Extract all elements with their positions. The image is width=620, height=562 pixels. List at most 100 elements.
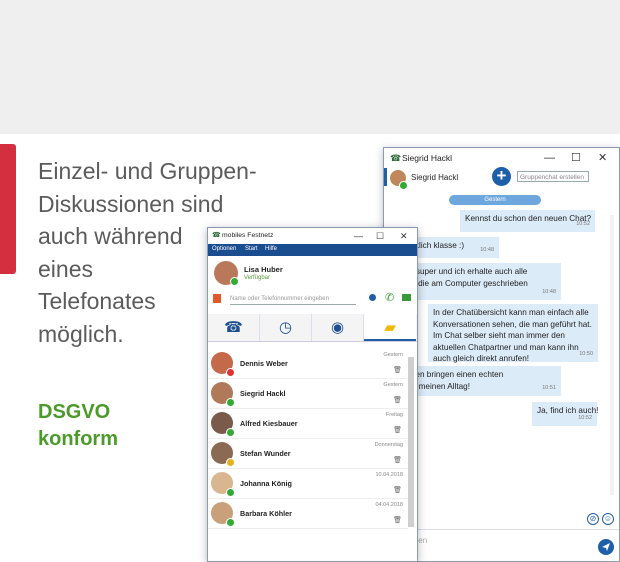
- dial-bar: Name oder Telefonnummer eingeben ✆: [208, 289, 417, 309]
- menu-item-hilfe[interactable]: Hilfe: [265, 246, 277, 252]
- video-call-icon[interactable]: [402, 294, 411, 301]
- conversation-date: 10.04.2018: [375, 472, 403, 478]
- message-time: 10:48: [542, 288, 556, 295]
- message-time: 10:50: [579, 350, 593, 357]
- tab-chat[interactable]: ▰: [364, 314, 416, 341]
- message-text: Konversationen sehen, die man geführt ha…: [433, 319, 592, 329]
- contact-name: Stefan Wunder: [240, 449, 291, 458]
- contact-name: Alfred Kiesbauer: [240, 419, 298, 428]
- message-text: In der Chatübersicht kann man einfach al…: [433, 308, 589, 317]
- chat-window: ☎ Siegrid Hackl — ☐ ✕ Siegrid Hackl + Gr…: [383, 147, 620, 562]
- emoji-icon[interactable]: ☺: [602, 513, 614, 525]
- date-separator: Gestern: [449, 195, 541, 205]
- message-text: Kennst du schon den neuen Chat?: [465, 214, 592, 223]
- maximize-icon[interactable]: ☐: [571, 151, 581, 165]
- trash-icon[interactable]: 🗑: [393, 426, 402, 434]
- trash-icon[interactable]: 🗑: [393, 396, 402, 404]
- chat-window-titlebar: ☎ Siegrid Hackl — ☐ ✕: [384, 148, 619, 168]
- message-time: 10:52: [578, 414, 592, 421]
- contact-name: Barbara Köhler: [240, 509, 292, 518]
- send-icon: [602, 543, 610, 551]
- message-time: 10:52: [576, 220, 590, 227]
- trash-icon[interactable]: 🗑: [393, 486, 402, 494]
- attachment-icon[interactable]: ⊘: [587, 513, 599, 525]
- phone-icon: ☎: [224, 319, 243, 336]
- message-bubble: Kennst du schon den neuen Chat? 10:52: [460, 210, 595, 232]
- message-text: Im Chat selber sieht man immer den: [433, 331, 565, 340]
- user-header: Lisa Huber Verfügbar: [208, 256, 417, 289]
- conversation-list: Dennis Weber Gestern 🗑 Siegrid Hackl Ges…: [208, 349, 408, 535]
- list-item[interactable]: Stefan Wunder Donnerstag 🗑: [208, 439, 408, 469]
- keypad-icon[interactable]: [213, 294, 221, 303]
- message-bubble: Ja, find ich auch! 10:52: [532, 402, 598, 426]
- tab-history[interactable]: ◷: [260, 314, 312, 341]
- list-item[interactable]: Dennis Weber Gestern 🗑: [208, 349, 408, 379]
- phone-icon: ☎: [212, 232, 221, 239]
- top-banner: [0, 0, 620, 134]
- trash-icon[interactable]: 🗑: [393, 516, 402, 524]
- menu-bar: Optionen Start Hilfe: [208, 244, 417, 256]
- list-item[interactable]: Alfred Kiesbauer Freitag 🗑: [208, 409, 408, 439]
- list-item[interactable]: Siegrid Hackl Gestern 🗑: [208, 379, 408, 409]
- message-bubble: In der Chatübersicht kann man einfach al…: [428, 304, 598, 363]
- send-button[interactable]: [598, 539, 614, 555]
- menu-item-optionen[interactable]: Optionen: [212, 246, 236, 252]
- scrollbar-thumb[interactable]: [408, 357, 414, 527]
- message-time: 10:48: [480, 246, 494, 253]
- chat-icon: ▰: [384, 319, 396, 336]
- clear-icon[interactable]: [369, 294, 376, 301]
- menu-item-start[interactable]: Start: [245, 246, 258, 252]
- message-composer: it eingeben: [384, 529, 619, 562]
- status-dot: [226, 458, 235, 467]
- tab-contacts[interactable]: ◉: [312, 314, 364, 341]
- conversation-scrollbar[interactable]: [407, 349, 415, 561]
- app-window: ☎ mobiles Festnetz — ☐ ✕ Optionen Start …: [207, 227, 418, 562]
- status-dot: [399, 181, 408, 190]
- app-window-title: mobiles Festnetz: [222, 232, 274, 239]
- minimize-icon[interactable]: —: [544, 151, 555, 165]
- chat-scrollbar[interactable]: [608, 210, 616, 500]
- maximize-icon[interactable]: ☐: [376, 229, 384, 243]
- trash-icon[interactable]: 🗑: [393, 366, 402, 374]
- conversation-date: Donnerstag: [374, 442, 403, 448]
- status-dot: [226, 518, 235, 527]
- status-dot: [230, 277, 239, 286]
- user-name: Lisa Huber: [244, 265, 283, 274]
- contact-name: Johanna König: [240, 479, 292, 488]
- dsgvo-badge: DSGVO konform: [38, 399, 118, 453]
- minimize-icon[interactable]: —: [354, 229, 363, 243]
- headline-line: Einzel- und Gruppen-: [38, 158, 257, 184]
- trash-icon[interactable]: 🗑: [393, 456, 402, 464]
- status-dot: [226, 488, 235, 497]
- badge-line: konform: [38, 428, 118, 450]
- tab-phone[interactable]: ☎: [208, 314, 260, 341]
- tab-bar: ☎ ◷ ◉ ▰: [208, 314, 417, 342]
- contacts-icon: ◉: [330, 319, 345, 336]
- add-participant-button[interactable]: +: [492, 167, 511, 186]
- close-icon[interactable]: ✕: [598, 151, 607, 165]
- status-dot: [226, 398, 235, 407]
- contact-name: Siegrid Hackl: [240, 389, 286, 398]
- accent-bar: [0, 144, 16, 274]
- message-text: auch gleich direkt anrufen!: [433, 354, 530, 363]
- status-dot: [226, 368, 235, 377]
- headline-line: Diskussionen sind: [38, 190, 224, 217]
- dial-input[interactable]: Name oder Telefonnummer eingeben: [230, 295, 356, 305]
- chat-window-title: Siegrid Hackl: [402, 153, 453, 163]
- contact-name: Dennis Weber: [240, 359, 288, 368]
- conversation-date: Gestern: [383, 382, 403, 388]
- call-icon[interactable]: ✆: [385, 291, 394, 304]
- conversation-date: Gestern: [383, 352, 403, 358]
- message-text: aktuellen Chatpartner und man kann ihn: [433, 342, 579, 352]
- conversation-date: Freitag: [385, 412, 403, 418]
- list-item[interactable]: Barbara Köhler 04.04.2018 🗑: [208, 499, 408, 529]
- close-icon[interactable]: ✕: [400, 229, 408, 243]
- active-indicator: [384, 168, 387, 186]
- user-status[interactable]: Verfügbar: [244, 275, 270, 281]
- message-time: 10:51: [542, 384, 556, 391]
- message-list: Kennst du schon den neuen Chat? 10:52 r …: [384, 208, 619, 508]
- app-window-titlebar: ☎ mobiles Festnetz — ☐ ✕: [208, 228, 417, 244]
- scrollbar-track: [610, 215, 614, 495]
- list-item[interactable]: Johanna König 10.04.2018 🗑: [208, 469, 408, 499]
- group-chat-input[interactable]: Gruppenchat erstellen: [517, 171, 589, 182]
